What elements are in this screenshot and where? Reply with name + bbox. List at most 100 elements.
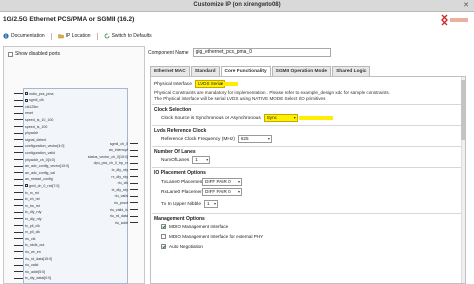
txlane0-select[interactable]: DIFF PAIR 0 ▾ (202, 178, 242, 186)
left-pin: riu_addr[5:0] (14, 269, 45, 274)
clock-source-select[interactable]: Sync ▾ (263, 114, 298, 122)
component-name-input[interactable]: gig_ethernet_pcs_pma_0 (192, 48, 331, 57)
pin-line (14, 264, 23, 266)
pin-line (14, 277, 23, 279)
pin-line (14, 192, 23, 193)
tab-content: Physical Interface LVDS Serial ▾ Physica… (150, 76, 466, 284)
left-pin-label: rx_pll_clk (25, 230, 40, 235)
show-disabled-ports-label: Show disabled ports (15, 51, 61, 57)
documentation-button[interactable]: Documentation (3, 33, 45, 39)
left-pin-label: speed_is_100 (25, 124, 48, 129)
left-pin: an_adv_config_val (14, 170, 55, 175)
pin-line (14, 126, 23, 127)
ip-location-button[interactable]: IP Location (57, 33, 91, 39)
tab-ethernet-mac[interactable]: Ethernet MAC (150, 66, 190, 76)
left-pin: reset (14, 111, 33, 116)
ref-clock-select[interactable]: 625 ▾ (237, 135, 272, 143)
rxlane0-value: DIFF PAIR 0 (205, 189, 231, 194)
pin-line (14, 172, 23, 174)
pin-line (14, 132, 23, 134)
right-pin-label: sgmii_ch_0 (109, 141, 128, 146)
pin-line (14, 211, 23, 213)
pin-line (14, 198, 23, 200)
tx-upper-nibble-row: Tx In Upper Nibble 1 ▾ (161, 200, 218, 208)
rxlane0-select[interactable]: DIFF PAIR 0 ▾ (202, 188, 242, 196)
close-icon[interactable]: ✕ (462, 2, 470, 10)
clock-source-row: Clock Source is Synchronous or Asynchron… (161, 114, 298, 122)
show-disabled-ports-checkbox[interactable] (8, 51, 13, 57)
ref-clock-value: 625 (240, 136, 249, 141)
tx-upper-nibble-label: Tx In Upper Nibble (161, 201, 201, 207)
lanes-row: NumOfLanes 1 ▾ (161, 156, 211, 164)
window-title: Customize IP (on xirengwto08) (193, 2, 281, 8)
chevron-down-icon: ▾ (206, 157, 209, 162)
window-titlebar: Customize IP (on xirengwto08) ✕ (0, 0, 474, 12)
pin-line (14, 112, 23, 114)
tab-shared-logic[interactable]: Shared Logic (332, 66, 371, 76)
pin-line (14, 152, 23, 154)
pin-line (14, 251, 23, 253)
physical-interface-row: Physical Interface LVDS Serial ▾ (154, 80, 225, 88)
left-pin-label: riu_valid (25, 263, 39, 268)
lanes-select[interactable]: 1 ▾ (192, 156, 211, 164)
right-pin-label: tx_dly_rdy (111, 187, 128, 192)
right-pin: an_interrupt (109, 148, 138, 153)
left-pin: an_restart_config (14, 177, 53, 182)
pin-line (130, 169, 138, 171)
right-pin: riu_addr (115, 220, 138, 225)
tab-sgmii-operation-mode[interactable]: SGMII Operation Mode (271, 66, 332, 76)
tab-standard[interactable]: Standard (190, 66, 220, 76)
tab-core-functionality[interactable]: Core Functionality (220, 66, 271, 76)
left-pin-label: reset (25, 111, 33, 116)
scrollbar-thumb[interactable] (461, 80, 465, 140)
clock-source-value: Sync (266, 115, 277, 120)
chevron-down-icon: ▾ (267, 136, 270, 141)
pin-line (130, 182, 138, 184)
left-pin: + sgmii_clk (14, 98, 44, 103)
left-pin-label: configuration_valid (25, 150, 55, 155)
left-pin: tx_pll_clk (14, 223, 40, 228)
expand-icon[interactable]: + (25, 92, 28, 96)
right-pin-label: riu_valid_in (109, 207, 128, 212)
mdio-external-phy-checkbox[interactable] (161, 234, 166, 239)
pin-line (130, 156, 138, 158)
mgmt-option-row[interactable]: Auto Negotiation (161, 244, 203, 249)
expand-icon[interactable]: + (25, 98, 28, 102)
chevron-down-icon: ▾ (293, 115, 296, 120)
right-pin-label: riu_prsnt (114, 200, 128, 205)
group-divider (152, 167, 464, 168)
left-pin: rx_pll_clk (14, 230, 40, 235)
left-pin-label: clk125m (25, 104, 39, 109)
ip-subtitle: 1G/2.5G Ethernet PCS/PMA or SGMII (16.2) (3, 16, 135, 23)
right-pin: tx_dly_rdy (112, 167, 138, 172)
mdio-checkbox[interactable] (161, 224, 166, 229)
pin-line (130, 195, 138, 197)
chevron-down-icon: ▾ (213, 201, 216, 206)
configuration-panel: Component Name gig_ethernet_pcs_pma_0 Et… (148, 46, 474, 284)
refresh-icon (104, 33, 109, 39)
pin-line (130, 222, 138, 224)
pin-line (14, 139, 23, 141)
physical-interface-select[interactable]: LVDS Serial ▾ (194, 80, 225, 88)
switch-defaults-button[interactable]: Switch to Defaults (104, 33, 152, 39)
show-disabled-ports-row[interactable]: Show disabled ports (8, 51, 60, 57)
right-pin-label: riu_rd_data (109, 214, 128, 219)
auto-negotiation-checkbox[interactable] (161, 244, 166, 249)
left-pin: signal_detect (14, 137, 46, 142)
expand-icon[interactable]: + (25, 184, 28, 188)
left-pin-label: rx_bs_rst (25, 203, 40, 208)
txlane0-row: TxLane0 Placement DIFF PAIR 0 ▾ (161, 178, 242, 186)
right-pin: riu_valid_in (110, 207, 138, 212)
left-pin: riu_wr_en (14, 249, 41, 254)
left-pin: tx_rx_rst (14, 190, 39, 195)
right-pin-label: riu_valid (114, 194, 128, 199)
tx-upper-nibble-select[interactable]: 1 ▾ (204, 200, 218, 208)
left-pin: speed_is_10_100 (14, 117, 53, 122)
clock-source-label: Clock Source is Synchronous or Asynchron… (161, 115, 261, 121)
mgmt-option-row[interactable]: MDIO Management Interface for external P… (161, 234, 263, 239)
left-pin: an_adv_config_vector[15:0] (14, 164, 69, 169)
mgmt-option-row[interactable]: MDIO Management Interface (161, 224, 228, 229)
right-pin: riu_valid (115, 194, 138, 199)
chevron-down-icon: ▾ (237, 179, 240, 184)
left-pin-label: riu_addr[5:0] (25, 269, 46, 274)
